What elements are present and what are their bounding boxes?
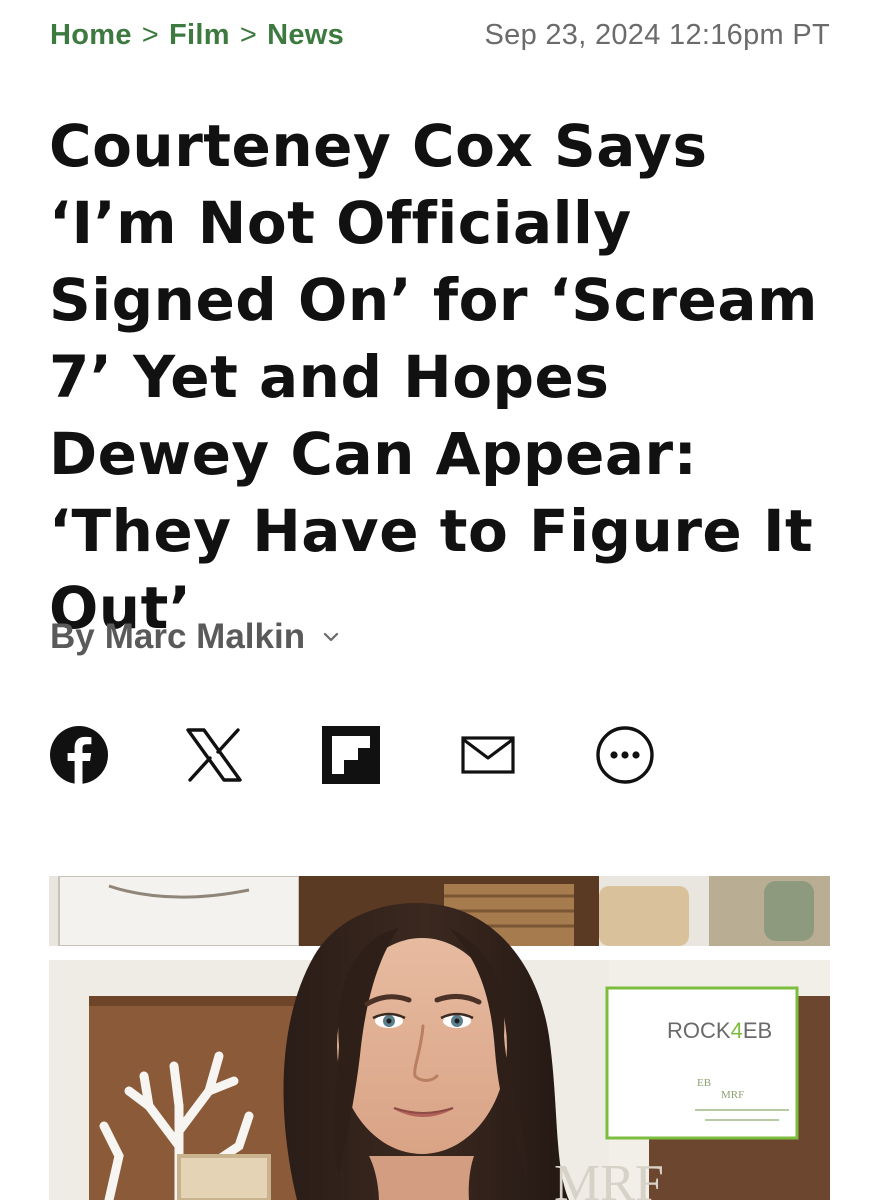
share-bar bbox=[48, 724, 668, 786]
sign-logo-right: MRF bbox=[721, 1089, 744, 1101]
article-headline: Courteney Cox Says ‘I’m Not Officially S… bbox=[49, 112, 818, 642]
byline-prefix: By bbox=[50, 617, 95, 656]
flipboard-icon[interactable] bbox=[320, 724, 382, 786]
breadcrumb-home-link[interactable]: Home bbox=[50, 19, 132, 52]
author-byline-toggle[interactable]: By Marc Malkin bbox=[50, 614, 339, 660]
backdrop-letters: MRF bbox=[554, 1155, 664, 1200]
more-icon[interactable] bbox=[594, 724, 656, 786]
sign-brand-text: ROCK4EB bbox=[667, 1018, 772, 1043]
email-icon[interactable] bbox=[457, 724, 519, 786]
hero-image: ROCK4EB EB MRF MRF bbox=[49, 876, 830, 1200]
author-name: Marc Malkin bbox=[104, 617, 306, 656]
breadcrumb-separator: > bbox=[141, 18, 160, 51]
article-meta-bar: Home > Film > News Sep 23, 2024 12:16pm … bbox=[50, 14, 830, 56]
chevron-down-icon bbox=[323, 631, 339, 643]
breadcrumb: Home > Film > News bbox=[50, 19, 344, 52]
breadcrumb-film-link[interactable]: Film bbox=[169, 19, 230, 52]
publish-timestamp: Sep 23, 2024 12:16pm PT bbox=[484, 18, 830, 51]
breadcrumb-news-link[interactable]: News bbox=[267, 19, 344, 52]
sign-logo-left: EB bbox=[697, 1077, 711, 1089]
facebook-icon[interactable] bbox=[48, 724, 110, 786]
breadcrumb-separator: > bbox=[239, 18, 258, 51]
x-icon[interactable] bbox=[183, 724, 245, 786]
